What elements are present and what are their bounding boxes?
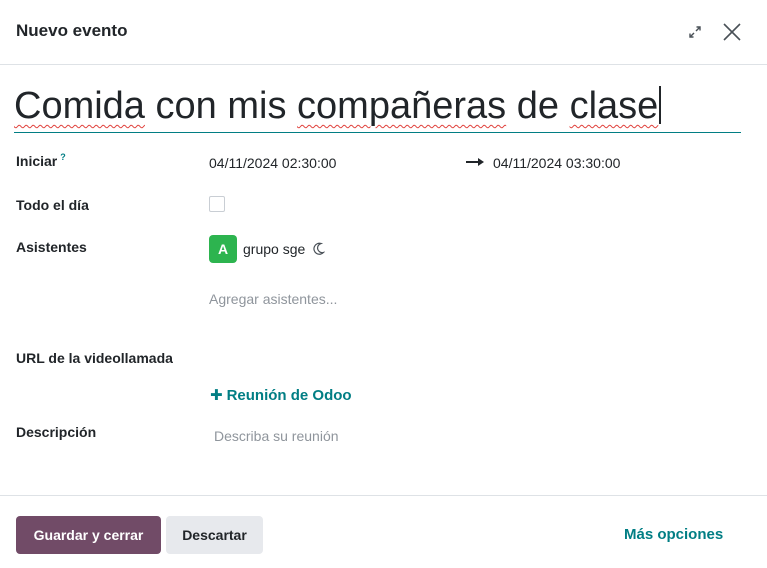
- odoo-meeting-button[interactable]: ✚ Reunión de Odoo: [210, 386, 352, 404]
- event-name-word: compañeras: [297, 85, 507, 127]
- close-icon[interactable]: [720, 20, 744, 44]
- event-name-text: Comida con mis compañeras de clase: [14, 82, 662, 130]
- end-datetime-input[interactable]: 04/11/2024 03:30:00: [493, 155, 620, 171]
- description-input[interactable]: Describa su reunión: [214, 428, 339, 444]
- event-dialog: Nuevo evento Comida con mis compañeras d…: [0, 0, 767, 567]
- help-icon[interactable]: ?: [60, 152, 66, 162]
- videocall-label: URL de la videollamada: [16, 350, 173, 366]
- start-datetime-input[interactable]: 04/11/2024 02:30:00: [209, 155, 336, 171]
- event-name-word: mis: [227, 85, 287, 127]
- dialog-header: Nuevo evento: [0, 0, 767, 65]
- event-name-word: clase: [569, 85, 659, 127]
- discard-button[interactable]: Descartar: [166, 516, 263, 554]
- save-close-button[interactable]: Guardar y cerrar: [16, 516, 161, 554]
- allday-checkbox[interactable]: [209, 196, 225, 212]
- arrow-right-icon: [465, 155, 485, 169]
- event-name-word: con: [155, 85, 217, 127]
- add-attendees-input[interactable]: Agregar asistentes...: [209, 291, 337, 307]
- more-options-button[interactable]: Más opciones: [624, 526, 723, 543]
- start-label: Iniciar?: [16, 152, 66, 169]
- attendee-name[interactable]: grupo sge: [243, 241, 305, 257]
- description-label: Descripción: [16, 424, 97, 440]
- allday-label: Todo el día: [16, 197, 89, 213]
- text-caret: [659, 86, 662, 124]
- moon-icon: [313, 242, 326, 256]
- avatar: A: [209, 235, 237, 263]
- event-name-input[interactable]: Comida con mis compañeras de clase: [14, 82, 741, 133]
- dialog-title: Nuevo evento: [16, 21, 128, 40]
- expand-icon[interactable]: [684, 21, 706, 43]
- event-name-word: de: [516, 85, 559, 127]
- dialog-footer: Guardar y cerrar Descartar Más opciones: [0, 495, 767, 568]
- event-name-word: Comida: [14, 85, 145, 127]
- odoo-meeting-label: Reunión de Odoo: [226, 387, 352, 404]
- start-label-text: Iniciar: [16, 153, 58, 169]
- attendees-label: Asistentes: [16, 239, 87, 255]
- plus-icon: ✚: [210, 387, 223, 404]
